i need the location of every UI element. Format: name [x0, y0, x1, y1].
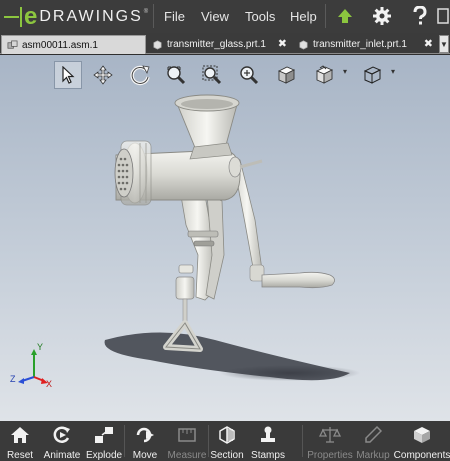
tab-label: transmitter_glass.prt.1 — [167, 39, 266, 50]
tab-transmitter-glass[interactable]: transmitter_glass.prt.1 ✖ — [147, 35, 291, 54]
tab-transmitter-inlet[interactable]: transmitter_inlet.prt.1 ✖ — [293, 35, 437, 54]
menu-tools[interactable]: Tools — [245, 0, 275, 33]
tab-label: asm00011.asm.1 — [22, 39, 98, 51]
animate-label: Animate — [43, 450, 81, 461]
properties-button[interactable]: Properties — [306, 421, 354, 461]
logo-bar — [20, 6, 22, 27]
section-icon — [216, 424, 238, 446]
logo-registered-mark: ® — [143, 9, 149, 15]
home-icon — [9, 424, 31, 446]
logo-line — [4, 15, 19, 18]
animate-icon — [51, 424, 73, 446]
bottom-toolbar: Reset Animate Explode Move Measure Secti… — [0, 421, 450, 461]
components-label: Components — [393, 450, 450, 461]
stamps-button[interactable]: Stamps — [250, 421, 286, 461]
toolbar-separator — [124, 425, 125, 457]
components-icon — [411, 424, 433, 446]
pencil-icon — [362, 424, 384, 446]
components-button[interactable]: Components — [393, 421, 450, 461]
markup-button[interactable]: Markup — [356, 421, 390, 461]
measure-label: Measure — [167, 450, 207, 461]
section-label: Section — [210, 450, 244, 461]
title-bar: e DRAWINGS ® File View Tools Help — [0, 0, 450, 33]
measure-icon — [176, 424, 198, 446]
close-icon[interactable]: ✖ — [278, 35, 287, 54]
title-divider — [153, 4, 154, 28]
tab-overflow-dropdown[interactable]: ▼ — [439, 35, 449, 53]
move-label: Move — [132, 450, 158, 461]
explode-button[interactable]: Explode — [86, 421, 122, 461]
properties-label: Properties — [307, 450, 353, 461]
toolbar-separator — [302, 425, 303, 457]
tab-asm00011[interactable]: asm00011.asm.1 — [1, 35, 146, 54]
logo-e: e — [24, 3, 38, 30]
gear-icon[interactable] — [368, 3, 396, 29]
title-divider — [325, 4, 326, 28]
menu-help[interactable]: Help — [290, 0, 317, 33]
animate-button[interactable]: Animate — [42, 421, 82, 461]
menu-view[interactable]: View — [201, 0, 229, 33]
move-button[interactable]: Move — [130, 421, 160, 461]
reset-label: Reset — [6, 450, 34, 461]
3d-viewport[interactable]: ▾ ▾ Y Z X — [0, 55, 450, 421]
section-button[interactable]: Section — [210, 421, 244, 461]
tab-label: transmitter_inlet.prt.1 — [313, 39, 407, 50]
collapse-icon[interactable] — [436, 3, 450, 29]
move-icon — [134, 424, 156, 446]
axis-label-x: X — [46, 379, 53, 389]
part-file-icon — [299, 40, 308, 50]
upload-icon[interactable] — [331, 3, 359, 29]
close-icon[interactable]: ✖ — [424, 35, 433, 54]
assembly-file-icon — [7, 40, 18, 49]
axis-label-y: Y — [37, 342, 44, 352]
meat-grinder-model[interactable] — [0, 55, 450, 421]
menu-file[interactable]: File — [164, 0, 185, 33]
part-file-icon — [153, 40, 162, 50]
explode-label: Explode — [85, 450, 123, 461]
toolbar-separator — [208, 425, 209, 457]
scale-balance-icon — [319, 424, 341, 446]
logo-wordmark: DRAWINGS — [39, 8, 143, 25]
edrawings-logo: e DRAWINGS ® — [4, 4, 148, 29]
markup-label: Markup — [356, 450, 390, 461]
stamp-icon — [257, 424, 279, 446]
axis-label-z: Z — [10, 374, 16, 384]
reset-button[interactable]: Reset — [3, 421, 37, 461]
help-question-icon[interactable] — [406, 3, 434, 29]
explode-icon — [93, 424, 115, 446]
stamps-label: Stamps — [251, 450, 285, 461]
measure-button[interactable]: Measure — [168, 421, 206, 461]
document-tab-bar: asm00011.asm.1 transmitter_glass.prt.1 ✖… — [0, 33, 450, 54]
